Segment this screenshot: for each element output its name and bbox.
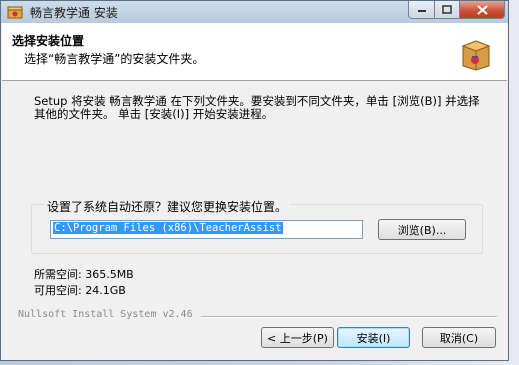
minimize-icon <box>417 9 426 12</box>
close-button[interactable] <box>459 1 505 19</box>
cancel-button[interactable]: 取消(C) <box>422 327 496 348</box>
nsis-branding: Nullsoft Install System v2.46 <box>18 309 193 320</box>
page-subtitle: 选择“畅言教学通”的安装文件夹。 <box>24 52 205 66</box>
back-button[interactable]: < 上一步(P) <box>261 327 334 348</box>
wizard-header: 选择安装位置 选择“畅言教学通”的安装文件夹。 <box>2 23 507 81</box>
app-icon <box>7 6 23 19</box>
title-bar[interactable]: 畅言教学通 安装 <box>1 1 508 23</box>
package-icon <box>461 40 491 71</box>
space-required: 所需空间: 365.5MB <box>34 268 134 281</box>
page-title: 选择安装位置 <box>12 34 85 48</box>
installer-window: 畅言教学通 安装 选择安装位置 选择“畅言教学通”的安装文件夹。 Setup 将… <box>0 0 509 361</box>
space-available: 可用空间: 24.1GB <box>34 284 126 297</box>
install-path-text: C:\Program Files (x86)\TeacherAssist <box>53 222 283 234</box>
minimize-button[interactable] <box>408 1 435 19</box>
maximize-icon <box>442 5 452 14</box>
browse-button[interactable]: 浏览(B)... <box>378 219 466 240</box>
window-title: 畅言教学通 安装 <box>30 6 118 20</box>
maximize-button[interactable] <box>434 1 460 19</box>
footer-divider <box>201 316 497 318</box>
install-description: Setup 将安装 畅言教学通 在下列文件夹。要安装到不同文件夹，单击 [浏览(… <box>34 94 480 121</box>
destination-folder-legend: 设置了系统自动还原？建议您更换安装位置。 <box>44 198 291 215</box>
install-path-input[interactable]: C:\Program Files (x86)\TeacherAssist <box>50 220 363 239</box>
install-button[interactable]: 安装(I) <box>337 327 410 348</box>
close-icon <box>476 4 488 15</box>
